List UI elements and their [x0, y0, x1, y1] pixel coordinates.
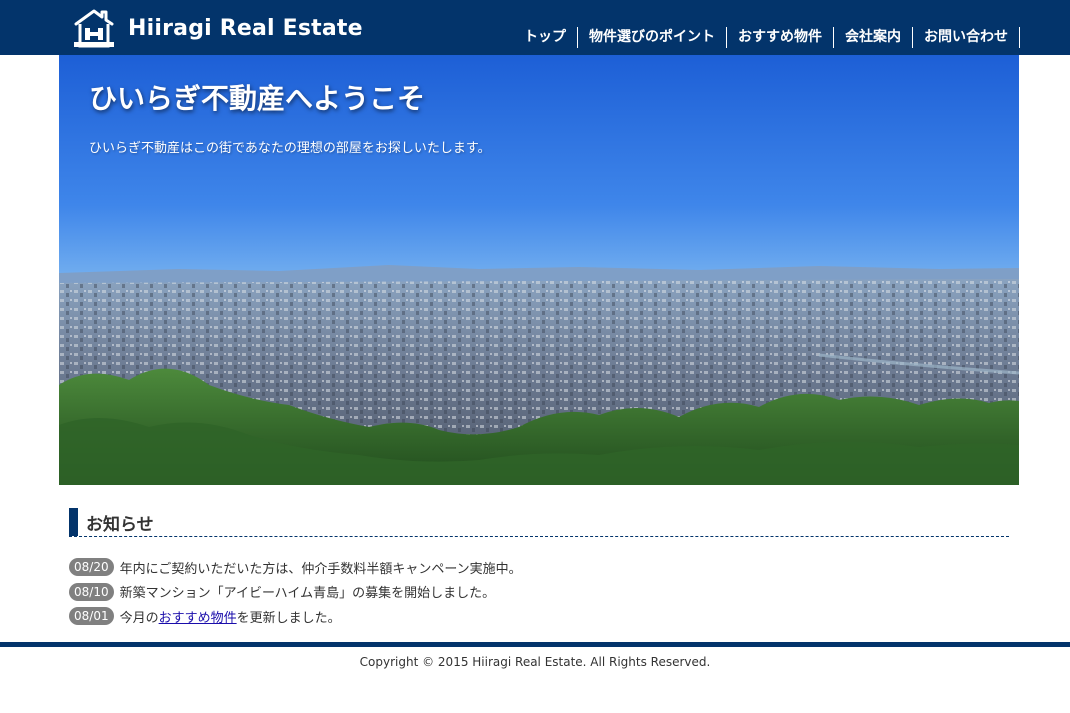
- logo-text: Hiiragi Real Estate: [128, 15, 363, 41]
- news-text-before: 今月の: [119, 610, 159, 626]
- nav-item-company[interactable]: 会社案内: [834, 27, 913, 48]
- news-item: 08/10 新築マンション「アイビーハイム青島」の募集を開始しました。: [69, 580, 522, 605]
- news-heading: お知らせ: [69, 508, 1009, 537]
- heading-accent-bar: [69, 508, 78, 536]
- hero-title: ひいらぎ不動産へようこそ: [89, 82, 426, 115]
- site-header: Hiiragi Real Estate トップ 物件選びのポイント おすすめ物件…: [0, 0, 1070, 55]
- site-footer: Copyright © 2015 Hiiragi Real Estate. Al…: [0, 642, 1070, 713]
- news-item: 08/01 今月の おすすめ物件 を更新しました。: [69, 604, 522, 629]
- date-badge: 08/01: [69, 607, 114, 626]
- news-title: お知らせ: [86, 515, 154, 535]
- house-logo-icon: [74, 9, 114, 48]
- nav-item-selection-points[interactable]: 物件選びのポイント: [578, 27, 727, 48]
- date-badge: 08/20: [69, 558, 114, 577]
- nav-item-recommended[interactable]: おすすめ物件: [727, 27, 834, 48]
- hero-banner: ひいらぎ不動産へようこそ ひいらぎ不動産はこの街であなたの理想の部屋をお探しいた…: [59, 55, 1019, 485]
- recommended-properties-link[interactable]: おすすめ物件: [159, 607, 237, 626]
- news-item: 08/20 年内にご契約いただいた方は、仲介手数料半額キャンペーン実施中。: [69, 555, 522, 580]
- nav-item-contact[interactable]: お問い合わせ: [913, 27, 1020, 48]
- hero-subtitle: ひいらぎ不動産はこの街であなたの理想の部屋をお探しいたします。: [89, 141, 491, 156]
- news-text-after: を更新しました。: [236, 610, 341, 626]
- city-panorama-image: [59, 55, 1019, 485]
- site-logo[interactable]: Hiiragi Real Estate: [72, 6, 363, 50]
- copyright-text: Copyright © 2015 Hiiragi Real Estate. Al…: [359, 655, 711, 669]
- news-text: 年内にご契約いただいた方は、仲介手数料半額キャンペーン実施中。: [119, 561, 522, 577]
- date-badge: 08/10: [69, 582, 114, 601]
- main-nav: トップ 物件選びのポイント おすすめ物件 会社案内 お問い合わせ: [524, 27, 1020, 48]
- nav-item-top[interactable]: トップ: [524, 27, 578, 48]
- news-text: 新築マンション「アイビーハイム青島」の募集を開始しました。: [119, 586, 496, 602]
- news-list: 08/20 年内にご契約いただいた方は、仲介手数料半額キャンペーン実施中。 08…: [69, 555, 522, 629]
